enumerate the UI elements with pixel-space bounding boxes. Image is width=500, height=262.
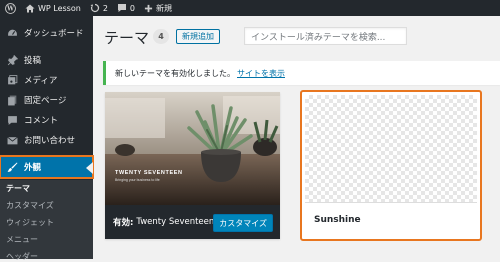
site-name: WP Lesson bbox=[38, 3, 81, 13]
menu-item-label: 固定ページ bbox=[24, 96, 67, 106]
theme-screenshot-placeholder[interactable] bbox=[305, 95, 477, 202]
wordpress-logo-icon[interactable]: W bbox=[5, 2, 16, 14]
comment-bubble-icon bbox=[117, 3, 127, 13]
home-icon bbox=[25, 4, 35, 13]
success-notice: 新しいテーマを有効化しました。 サイトを表示 bbox=[103, 61, 500, 85]
menu-item-posts[interactable]: 投稿 bbox=[0, 50, 93, 70]
comments-count: 0 bbox=[129, 3, 136, 13]
menu-item-media[interactable]: メディア bbox=[0, 70, 93, 90]
media-icon bbox=[6, 74, 18, 86]
menu-item-appearance[interactable]: 外観 bbox=[0, 155, 94, 179]
new-label: 新規 bbox=[156, 3, 173, 13]
plus-icon bbox=[144, 4, 153, 13]
submenu-widgets[interactable]: ウィジェット bbox=[6, 217, 54, 228]
page-title: テーマ bbox=[104, 29, 150, 47]
svg-text:W: W bbox=[6, 5, 14, 12]
comment-icon bbox=[6, 114, 18, 126]
update-icon bbox=[90, 3, 100, 13]
menu-item-comments[interactable]: コメント bbox=[0, 110, 93, 130]
theme-card-sunshine[interactable]: Sunshine bbox=[300, 90, 482, 241]
notice-text: 新しいテーマを有効化しました。 bbox=[115, 68, 235, 78]
appearance-submenu: テーマ カスタマイズ ウィジェット メニュー ヘッダー bbox=[0, 180, 93, 262]
new-content-link[interactable]: 新規 bbox=[144, 3, 172, 14]
menu-item-label: メディア bbox=[24, 76, 58, 86]
menu-item-label: お問い合わせ bbox=[24, 136, 76, 146]
screenshot-tagline: Bringing your business to life bbox=[115, 178, 160, 182]
site-name-link[interactable]: WP Lesson bbox=[25, 4, 81, 13]
add-new-theme-button[interactable]: 新規追加 bbox=[176, 29, 220, 44]
customize-button[interactable]: カスタマイズ bbox=[213, 214, 273, 232]
menu-item-contact[interactable]: お問い合わせ bbox=[0, 130, 93, 150]
theme-card-active[interactable]: TWENTY SEVENTEEN Bringing your business … bbox=[105, 92, 280, 239]
paintbrush-icon bbox=[6, 161, 18, 173]
theme-screenshot[interactable]: TWENTY SEVENTEEN Bringing your business … bbox=[105, 92, 280, 205]
active-label: 有効: bbox=[113, 218, 134, 228]
menu-item-pages[interactable]: 固定ページ bbox=[0, 90, 93, 110]
view-site-link[interactable]: サイトを表示 bbox=[237, 68, 285, 79]
menu-item-label: コメント bbox=[24, 116, 59, 126]
submenu-menus[interactable]: メニュー bbox=[6, 234, 38, 245]
theme-name-bar: Sunshine bbox=[305, 202, 477, 236]
menu-item-label: 投稿 bbox=[24, 56, 42, 66]
theme-name: Sunshine bbox=[314, 214, 361, 225]
active-theme-name: Twenty Seventeen bbox=[136, 217, 215, 227]
submenu-header[interactable]: ヘッダー bbox=[6, 251, 38, 262]
updates-link[interactable]: 2 bbox=[90, 3, 108, 13]
submenu-customize[interactable]: カスタマイズ bbox=[6, 200, 54, 211]
menu-item-label: 外観 bbox=[24, 163, 42, 173]
active-theme-bar: 有効: Twenty Seventeen カスタマイズ bbox=[105, 205, 280, 239]
plant-photo: TWENTY SEVENTEEN Bringing your business … bbox=[105, 92, 280, 205]
screenshot-title: TWENTY SEVENTEEN bbox=[115, 170, 183, 176]
pin-icon bbox=[6, 54, 18, 66]
page-icon bbox=[6, 94, 18, 106]
comments-link[interactable]: 0 bbox=[117, 3, 135, 13]
theme-search-input[interactable]: インストール済みテーマを検索... bbox=[244, 27, 407, 45]
dashboard-icon bbox=[6, 27, 18, 39]
admin-sidebar: ダッシュボード 投稿 メディア 固定ページ コメント お問い合わせ 外観 テーマ… bbox=[0, 16, 94, 262]
mail-icon bbox=[6, 134, 18, 146]
updates-count: 2 bbox=[102, 3, 108, 13]
menu-item-dashboard[interactable]: ダッシュボード bbox=[0, 23, 93, 43]
submenu-themes[interactable]: テーマ bbox=[6, 183, 30, 194]
theme-count-badge: 4 bbox=[153, 29, 169, 44]
admin-bar: W WP Lesson 2 0 新規 bbox=[0, 0, 500, 16]
menu-item-label: ダッシュボード bbox=[24, 29, 84, 39]
